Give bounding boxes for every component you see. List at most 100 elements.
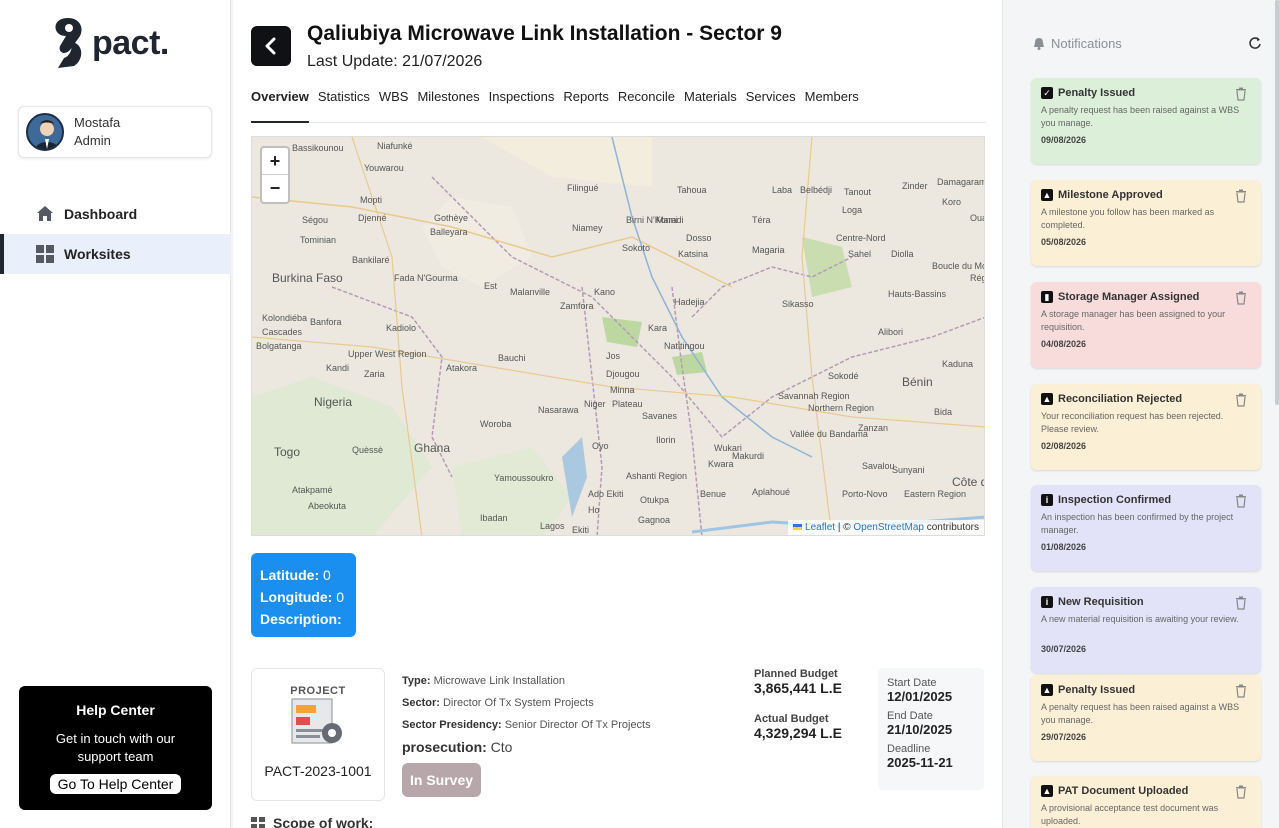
- tab-services[interactable]: Services: [746, 86, 796, 123]
- map-place-label: Youwarou: [364, 163, 404, 173]
- map-place-label: Boucle du Mouhoun: [932, 261, 984, 271]
- type-label: Type:: [402, 675, 431, 687]
- sidebar: pact. Mostafa Admin Dashboard Worksites …: [0, 0, 231, 828]
- map-place-label: Natitingou: [664, 341, 705, 351]
- notification-title: Storage Manager Assigned: [1058, 291, 1200, 303]
- notification-card[interactable]: ✓ Penalty Issued A penalty request has bee…: [1031, 78, 1261, 164]
- refresh-icon[interactable]: [1247, 35, 1263, 51]
- tab-statistics[interactable]: Statistics: [318, 86, 370, 123]
- map-place-label: Cascades: [262, 327, 303, 337]
- zoom-out-button[interactable]: −: [262, 175, 288, 202]
- main-content: Qaliubiya Microwave Link Installation - …: [233, 0, 1003, 828]
- scope-of-work-heading: Scope of work:: [251, 815, 373, 828]
- map-place-label: Région de Sikasso: [970, 273, 985, 283]
- map-place-label: Northern Region: [808, 403, 875, 413]
- trash-icon[interactable]: [1235, 785, 1247, 799]
- sidebar-item-dashboard[interactable]: Dashboard: [0, 194, 231, 234]
- map-place-label: Savannah Region: [778, 391, 850, 401]
- map-place-label: Sikasso: [782, 299, 814, 309]
- map[interactable]: Bassikounou Niafunké Youwarou Mopti Djenné Sé…: [251, 136, 985, 536]
- sector-label: Sector:: [402, 697, 440, 709]
- map-place-label: Tominian: [300, 235, 337, 245]
- notification-date: 02/08/2026: [1041, 441, 1087, 451]
- notifications-title: Notifications: [1051, 36, 1122, 51]
- notification-date: 29/07/2026: [1041, 732, 1087, 742]
- notification-card[interactable]: ▲ Penalty Issued A penalty request has bee…: [1031, 675, 1261, 761]
- leaflet-link[interactable]: Leaflet: [805, 522, 835, 533]
- notification-date: 04/08/2026: [1041, 339, 1087, 349]
- longitude-value: 0: [336, 589, 344, 605]
- notification-card[interactable]: ▲ PAT Document Uploaded A provisional acce…: [1031, 776, 1261, 828]
- tab-materials[interactable]: Materials: [684, 86, 737, 123]
- notification-title: New Requisition: [1058, 596, 1144, 608]
- notification-description: A penalty request has been raised agains…: [1041, 702, 1240, 725]
- map-place-label: Savanes: [642, 411, 678, 421]
- deadline-label: Deadline: [887, 743, 931, 755]
- tab-overview[interactable]: Overview: [251, 86, 309, 123]
- notification-description: A storage manager has been assigned to y…: [1041, 309, 1226, 332]
- scrollbar[interactable]: [1275, 0, 1279, 405]
- user-card[interactable]: Mostafa Admin: [18, 106, 212, 158]
- trash-icon[interactable]: [1235, 291, 1247, 305]
- map-place-label: Fada N'Gourma: [394, 273, 458, 283]
- map-place-label: Kadiolo: [386, 323, 417, 333]
- notification-date: 01/08/2026: [1041, 542, 1087, 552]
- tab-members[interactable]: Members: [805, 86, 859, 123]
- map-place-label: Alibori: [878, 327, 904, 337]
- openstreetmap-link[interactable]: OpenStreetMap: [853, 522, 924, 533]
- trash-icon[interactable]: [1235, 596, 1247, 610]
- brand-name: pact.: [92, 23, 169, 62]
- page-title: Qaliubiya Microwave Link Installation - …: [307, 22, 782, 45]
- trash-icon[interactable]: [1235, 189, 1247, 203]
- end-date-value: 21/10/2025: [887, 722, 953, 737]
- map-place-label: Laba: [772, 185, 793, 195]
- tab-milestones[interactable]: Milestones: [417, 86, 479, 123]
- notification-title: Inspection Confirmed: [1058, 494, 1172, 506]
- trash-icon[interactable]: [1235, 684, 1247, 698]
- tab-reports[interactable]: Reports: [563, 86, 609, 123]
- notification-card[interactable]: i Inspection Confirmed An inspection has b…: [1031, 485, 1261, 571]
- trash-icon[interactable]: [1235, 87, 1247, 101]
- notification-card[interactable]: ▮ Storage Manager Assigned A storage manag…: [1031, 282, 1261, 368]
- map-place-label: Djenné: [358, 213, 387, 223]
- grid-icon: [36, 245, 54, 263]
- map-place-label: Ado Ekiti: [588, 489, 624, 499]
- notification-card[interactable]: ▲ Reconciliation Rejected Your reconciliat…: [1031, 384, 1261, 470]
- start-date-label: Start Date: [887, 677, 937, 689]
- trash-icon[interactable]: [1235, 494, 1247, 508]
- map-place-label: Yamoussoukro: [494, 473, 554, 483]
- map-place-label: Wukari: [714, 443, 742, 453]
- map-place-label: Nasarawa: [538, 405, 579, 415]
- sidebar-item-worksites[interactable]: Worksites: [0, 234, 231, 274]
- map-place-label: Djougou: [606, 369, 640, 379]
- notification-card[interactable]: ▲ Milestone Approved A milestone you follo…: [1031, 180, 1261, 266]
- trash-icon[interactable]: [1235, 393, 1247, 407]
- go-to-help-center-button[interactable]: Go To Help Center: [49, 774, 182, 794]
- map-place-label: Vallée du Bandama: [790, 429, 868, 439]
- home-icon: [37, 206, 53, 221]
- map-place-label: Bolgatanga: [256, 341, 302, 351]
- tab-wbs[interactable]: WBS: [379, 86, 409, 123]
- warning-icon: ▲: [1041, 684, 1053, 696]
- map-place-label: Koro: [942, 197, 962, 207]
- zoom-in-button[interactable]: +: [262, 148, 288, 175]
- map-place-label: Sunyani: [892, 465, 925, 475]
- zoom-control: + −: [260, 146, 290, 204]
- table-icon: [251, 817, 265, 828]
- user-avatar-icon: [28, 115, 62, 149]
- map-place-label: Dosso: [686, 233, 712, 243]
- back-button[interactable]: [251, 26, 291, 66]
- tab-reconcile[interactable]: Reconcile: [618, 86, 675, 123]
- dates-card: Start Date 12/01/2025 End Date 21/10/202…: [878, 668, 984, 790]
- map-place-label: Kara: [648, 323, 668, 333]
- map-place-label: Sokodé: [828, 371, 859, 381]
- planned-budget-value: 3,865,441 L.E: [754, 680, 842, 696]
- notification-card[interactable]: i New Requisition A new material requisiti…: [1031, 587, 1261, 673]
- longitude-label: Longitude:: [260, 589, 333, 605]
- tab-inspections[interactable]: Inspections: [489, 86, 555, 123]
- latitude-label: Latitude:: [260, 567, 320, 583]
- map-place-label: Zinder: [902, 181, 928, 191]
- map-place-label: Upper West Region: [348, 349, 427, 359]
- logo[interactable]: pact.: [50, 16, 169, 70]
- map-place-label: Bauchi: [498, 353, 526, 363]
